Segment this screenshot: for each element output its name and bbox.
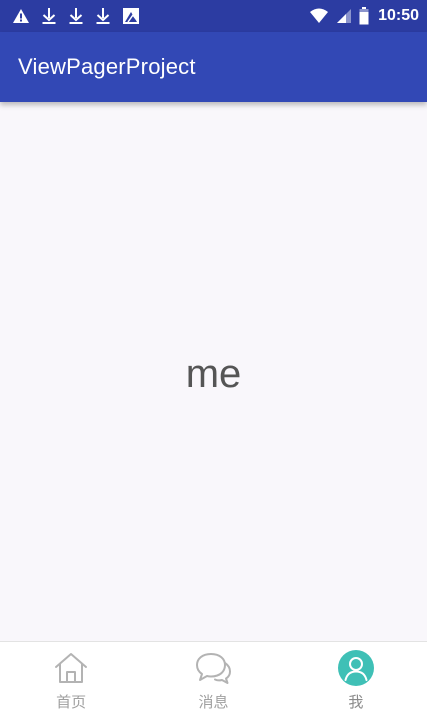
gallery-icon (123, 8, 139, 24)
tab-messages-label: 消息 (198, 693, 229, 711)
download-icon (42, 8, 56, 24)
tab-home-label: 首页 (56, 693, 87, 711)
wifi-icon (310, 8, 329, 23)
system-icons: 10:50 (302, 7, 419, 25)
warning-icon (13, 9, 29, 23)
clock: 10:50 (378, 7, 419, 24)
tab-me-label: 我 (348, 693, 364, 711)
download-icon (69, 8, 83, 24)
message-icon (196, 653, 232, 684)
status-bar: 10:50 (0, 0, 427, 32)
battery-icon (359, 7, 369, 25)
download-icon (96, 8, 110, 24)
notification-icons (12, 7, 151, 25)
bottom-navigation: 首页 消息 我 (0, 641, 427, 715)
tab-messages[interactable]: 消息 (142, 642, 284, 715)
tab-me[interactable]: 我 (285, 642, 427, 715)
signal-icon (337, 9, 352, 23)
page-text: me (185, 351, 242, 396)
home-icon (55, 653, 88, 683)
profile-icon (337, 650, 374, 686)
page-content[interactable]: me (0, 102, 427, 641)
app-bar: ViewPagerProject (0, 32, 427, 102)
app-title: ViewPagerProject (18, 54, 196, 79)
tab-home[interactable]: 首页 (0, 642, 142, 715)
